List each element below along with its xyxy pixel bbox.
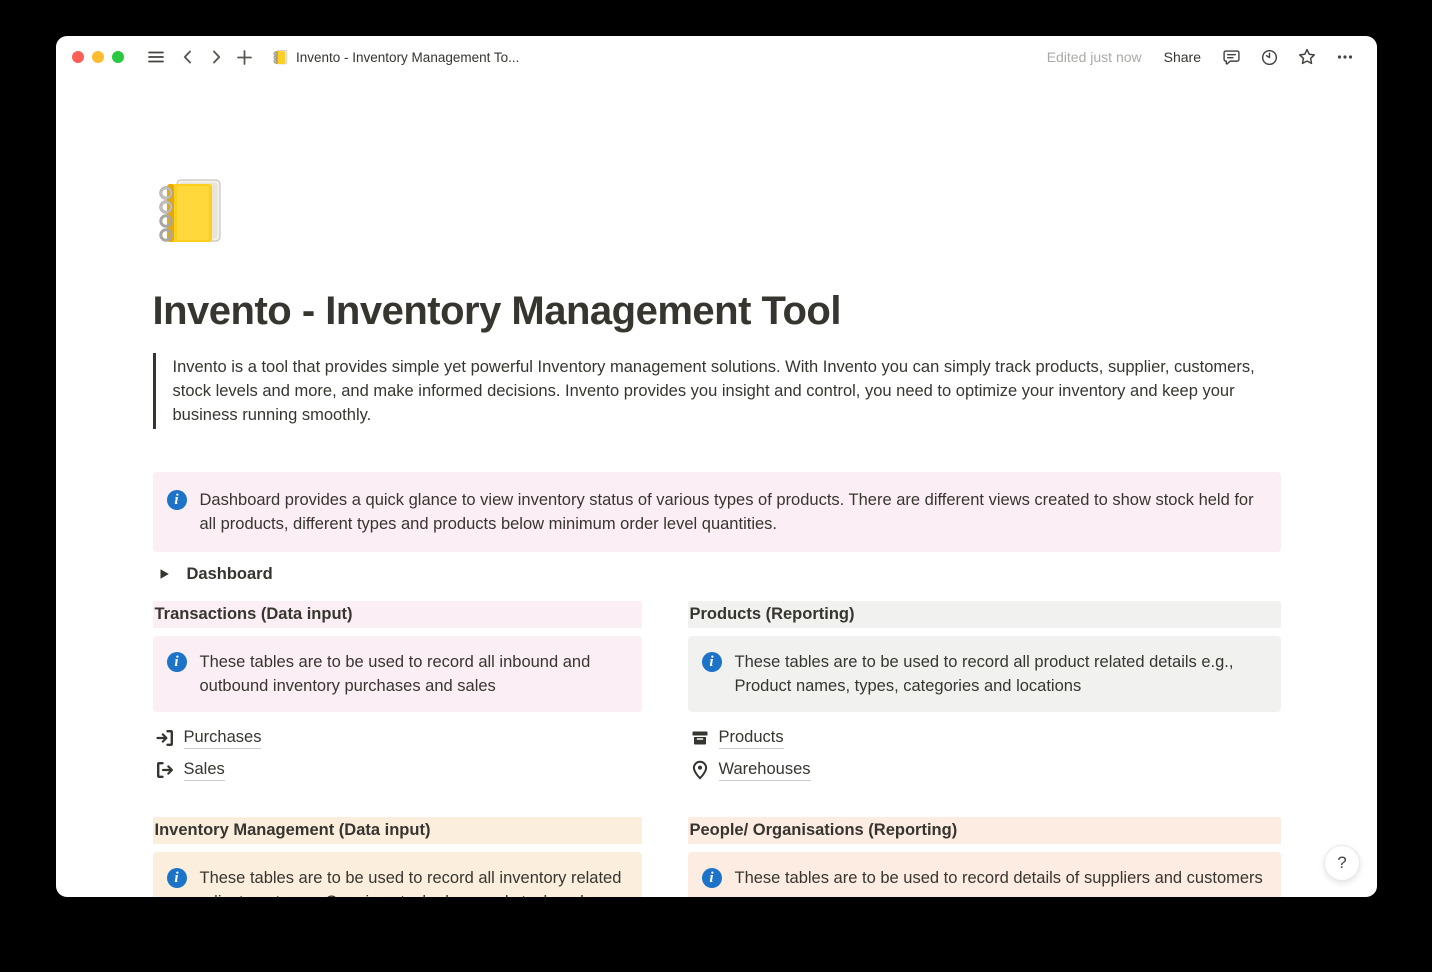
transactions-links: Purchases Sales <box>153 722 642 786</box>
zoom-window-button[interactable] <box>112 51 124 63</box>
inventory-callout-text: These tables are to be used to record al… <box>200 866 628 897</box>
products-callout: i These tables are to be used to record … <box>688 636 1281 712</box>
page-link-products[interactable]: Products <box>688 722 1281 754</box>
location-pin-icon <box>690 760 710 780</box>
section-header-transactions: Transactions (Data input) <box>153 601 642 628</box>
more-options-icon[interactable] <box>1331 43 1359 71</box>
intro-quote: Invento is a tool that provides simple y… <box>153 353 1281 429</box>
transactions-callout-text: These tables are to be used to record al… <box>200 650 628 698</box>
inventory-callout: i These tables are to be used to record … <box>153 852 642 897</box>
close-window-button[interactable] <box>72 51 84 63</box>
info-icon: i <box>167 652 187 672</box>
comment-icon[interactable] <box>1217 43 1245 71</box>
dashboard-toggle-label: Dashboard <box>187 565 273 584</box>
section-header-products: Products (Reporting) <box>688 601 1281 628</box>
tab-title: Invento - Inventory Management To... <box>296 50 519 65</box>
share-button[interactable]: Share <box>1158 46 1207 68</box>
info-icon: i <box>167 490 187 510</box>
transactions-callout: i These tables are to be used to record … <box>153 636 642 712</box>
section-header-people-organisations: People/ Organisations (Reporting) <box>688 817 1281 844</box>
app-window: Invento - Inventory Management To... Edi… <box>56 36 1377 897</box>
page-scroll-area[interactable]: Invento - Inventory Management Tool Inve… <box>56 78 1377 897</box>
toggle-triangle-icon[interactable] <box>155 564 175 584</box>
minimize-window-button[interactable] <box>92 51 104 63</box>
favorite-star-icon[interactable] <box>1293 43 1321 71</box>
page-link-warehouses[interactable]: Warehouses <box>688 754 1281 786</box>
archive-box-icon <box>690 728 710 748</box>
people-callout: i These tables are to be used to record … <box>688 852 1281 897</box>
link-label: Sales <box>184 760 225 781</box>
section-header-inventory-management: Inventory Management (Data input) <box>153 817 642 844</box>
link-label: Warehouses <box>719 760 811 781</box>
help-button[interactable]: ? <box>1324 845 1360 881</box>
page-icon-notebook[interactable] <box>153 173 231 251</box>
link-label: Products <box>719 728 784 749</box>
right-column: Products (Reporting) i These tables are … <box>688 601 1281 897</box>
edited-status: Edited just now <box>1047 49 1142 65</box>
two-column-layout: Transactions (Data input) i These tables… <box>153 601 1281 897</box>
info-icon: i <box>702 652 722 672</box>
enter-door-icon <box>155 728 175 748</box>
dashboard-callout-text: Dashboard provides a quick glance to vie… <box>200 488 1265 536</box>
titlebar: Invento - Inventory Management To... Edi… <box>56 36 1377 78</box>
history-clock-icon[interactable] <box>1255 43 1283 71</box>
back-icon[interactable] <box>174 43 202 71</box>
hamburger-menu-icon[interactable] <box>142 43 170 71</box>
products-links: Products Warehouses <box>688 722 1281 786</box>
people-callout-text: These tables are to be used to record de… <box>735 866 1263 890</box>
dashboard-callout: i Dashboard provides a quick glance to v… <box>153 472 1281 552</box>
info-icon: i <box>702 868 722 888</box>
forward-icon[interactable] <box>202 43 230 71</box>
current-tab[interactable]: Invento - Inventory Management To... <box>272 49 519 66</box>
new-tab-icon[interactable] <box>230 43 258 71</box>
link-label: Purchases <box>184 728 262 749</box>
left-column: Transactions (Data input) i These tables… <box>153 601 642 897</box>
notebook-icon <box>272 49 289 66</box>
page-title: Invento - Inventory Management Tool <box>153 287 1281 335</box>
page-link-purchases[interactable]: Purchases <box>153 722 642 754</box>
traffic-lights <box>72 51 124 63</box>
info-icon: i <box>167 868 187 888</box>
exit-door-icon <box>155 760 175 780</box>
page-link-sales[interactable]: Sales <box>153 754 642 786</box>
dashboard-toggle[interactable]: Dashboard <box>153 561 1281 587</box>
products-callout-text: These tables are to be used to record al… <box>735 650 1267 698</box>
